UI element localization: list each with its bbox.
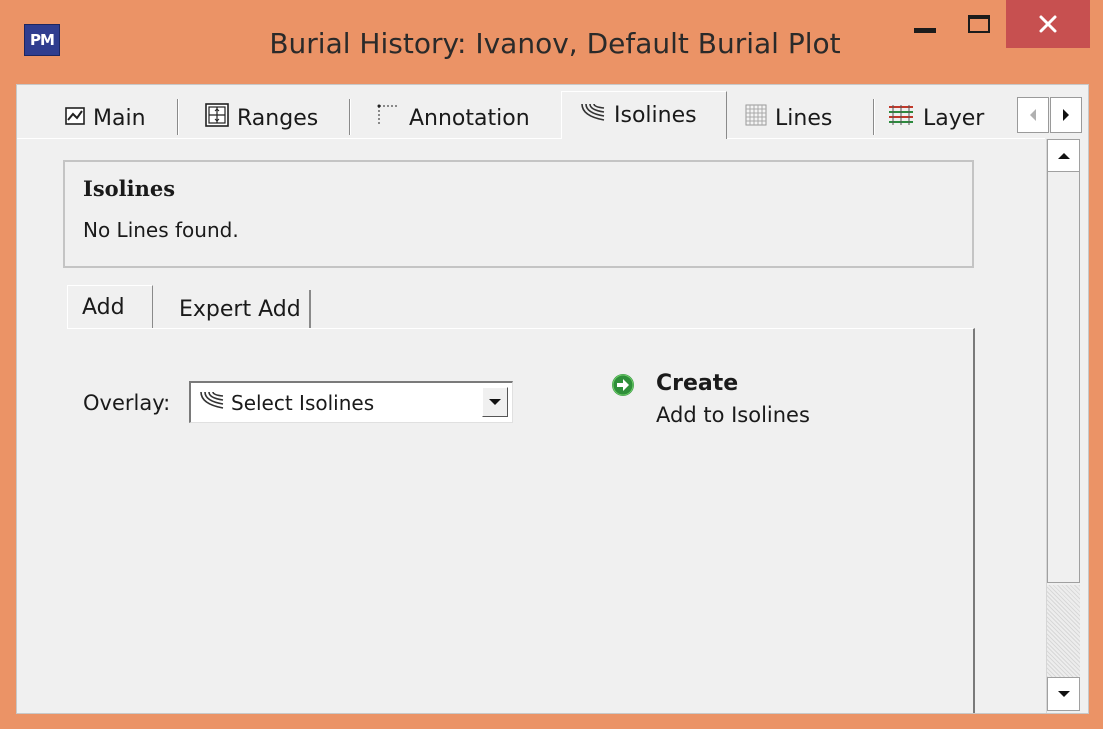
tab-label: Ranges — [237, 105, 319, 131]
create-link[interactable]: Create — [656, 371, 738, 396]
overlay-selected-value: Select Isolines — [231, 390, 375, 415]
maximize-icon — [968, 15, 990, 33]
tab-label: Lines — [775, 105, 833, 131]
triangle-up-icon — [1057, 153, 1070, 159]
annotation-icon — [375, 104, 401, 132]
triangle-right-icon — [1063, 109, 1069, 121]
no-lines-message: No Lines found. — [83, 218, 239, 242]
minimize-icon — [914, 27, 936, 33]
tab-label: Layer — [923, 105, 985, 131]
close-icon — [1039, 15, 1057, 33]
scroll-up-button[interactable] — [1047, 139, 1080, 173]
scroll-down-button[interactable] — [1047, 677, 1080, 711]
tab-separator — [177, 99, 179, 135]
subtab-label: Add — [82, 295, 125, 320]
lines-grid-icon — [745, 104, 767, 132]
subtab-label: Expert Add — [179, 296, 301, 322]
tab-lines[interactable]: Lines — [745, 97, 832, 139]
tab-separator — [349, 99, 351, 135]
tab-scroll-right-button[interactable] — [1050, 97, 1082, 133]
tab-layer[interactable]: Layer — [887, 97, 984, 139]
create-arrow-icon[interactable] — [611, 373, 635, 401]
tab-panel-edge — [17, 138, 1045, 139]
group-title: Isolines — [83, 176, 176, 201]
triangle-left-icon — [1030, 109, 1036, 121]
tab-separator — [873, 99, 875, 135]
tab-label: Main — [93, 105, 146, 131]
ranges-grid-icon — [205, 103, 229, 133]
tab-scroll-left-button[interactable] — [1017, 97, 1049, 133]
chevron-down-icon — [489, 399, 501, 405]
isolines-icon — [580, 102, 606, 130]
subtab-expert-add[interactable]: Expert Add — [175, 290, 311, 328]
isolines-icon — [199, 390, 225, 416]
tab-annotation[interactable]: Annotation — [375, 97, 530, 139]
close-button[interactable] — [1006, 0, 1090, 48]
tab-strip: Main Ranges Annotation Isolines Lines La… — [17, 85, 1088, 139]
overlay-dropdown[interactable]: Select Isolines — [189, 381, 513, 423]
window-title: Burial History: Ivanov, Default Burial P… — [269, 27, 841, 60]
dropdown-button[interactable] — [482, 387, 508, 417]
isolines-group-box: Isolines No Lines found. — [63, 160, 974, 268]
tab-ranges[interactable]: Ranges — [205, 97, 318, 139]
subtab-add[interactable]: Add — [67, 285, 153, 329]
scroll-thumb[interactable] — [1047, 171, 1080, 583]
tab-main[interactable]: Main — [65, 97, 146, 139]
dialog-client-area: Main Ranges Annotation Isolines Lines La… — [16, 84, 1089, 714]
title-bar[interactable]: PM Burial History: Ivanov, Default Buria… — [0, 0, 1103, 84]
chart-line-icon — [65, 106, 85, 131]
overlay-label: Overlay: — [83, 391, 171, 415]
minimize-button[interactable] — [898, 0, 952, 48]
create-description: Add to Isolines — [656, 403, 810, 427]
app-icon[interactable]: PM — [24, 24, 60, 56]
scroll-track[interactable] — [1047, 585, 1080, 677]
tab-label: Annotation — [409, 105, 530, 131]
burial-history-window: PM Burial History: Ivanov, Default Buria… — [0, 0, 1103, 729]
triangle-down-icon — [1057, 691, 1070, 697]
maximize-button[interactable] — [952, 0, 1006, 48]
vertical-scrollbar[interactable] — [1046, 139, 1080, 713]
tab-isolines[interactable]: Isolines — [561, 91, 727, 139]
layer-icon — [887, 103, 915, 133]
tab-label: Isolines — [614, 103, 697, 128]
